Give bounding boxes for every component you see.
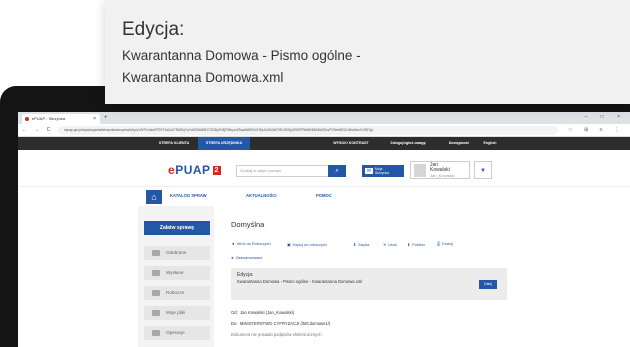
page-title: Domyślna [231,220,265,229]
user-panel[interactable]: Jan Kowalski Jan_Kowalski [410,161,470,179]
action-label: Drukuj [442,242,454,246]
next-button[interactable]: Dalej [479,280,497,289]
signature-status: Dokument nie posiada podpisów elektronic… [231,332,322,337]
nav-aktualnosci[interactable]: AKTUALNOŚCI [246,187,276,205]
nav-pomoc[interactable]: POMOC [316,187,332,205]
zoom-callout: Edycja: Kwarantanna Domowa - Pismo ogóln… [105,0,630,104]
sidebar-item-wyslane[interactable]: Wysłane [144,266,210,280]
browser-menu-icons[interactable]: ☆ ⊞ ≡ ⋮ [568,127,624,133]
site-header: ePUAP 2 Szukaj w całym portalu ⌕ ✉ Moja S… [18,150,630,186]
user-login: Jan_Kowalski [430,173,455,178]
callout-title: Edycja: [122,19,185,40]
mailbox-label-2: Skrzynka [375,171,389,175]
sidebar-item-label: Odebrane [166,250,187,255]
action-label: Zapisz [358,243,370,247]
browser-tab[interactable]: ePUAP - Skrzynka × [22,114,100,124]
user-name: Jan Kowalski [430,163,450,173]
sidebar-item-label: Wysłane [166,270,184,275]
files-icon [152,310,160,316]
sidebar-item-odebrane[interactable]: Odebrane [144,246,210,260]
action-label: Kopiuj do roboczych [292,243,327,247]
edit-notice: Edycja: Kwarantanna Domowa - Pismo ogóln… [231,268,507,300]
sidebar: Załatw sprawę Odebrane Wysłane Robocze M… [138,206,214,347]
print-icon: ⎙ [437,242,441,246]
search-icon[interactable]: ⌕ [328,165,346,177]
print-action[interactable]: ⎙ Drukuj [437,242,453,246]
new-tab-button[interactable]: + [104,114,108,123]
home-icon[interactable]: ⌂ [146,190,162,204]
logo-main: PUAP [175,163,211,177]
report-issue-link[interactable]: Zaloguj/zgłoś uwagę [378,137,438,150]
action-label: Usuń [388,243,398,247]
sidebar-item-operacje[interactable]: Operacje [144,326,210,340]
mailbox-button[interactable]: ✉ Moja Skrzynka [362,165,404,177]
main-nav: ⌂ KATALOG SPRAW AKTUALNOŚCI POMOC [18,186,630,206]
favicon-icon [25,117,29,121]
epuap-logo[interactable]: ePUAP 2 [168,163,221,177]
accessibility-link[interactable]: Dostępność [442,137,476,150]
main-content: Domyślna ◄ Wróć do Roboczych ▣ Kopiuj do r… [223,206,523,347]
envelope-icon: ✉ [365,168,373,174]
tab-title: ePUAP - Skrzynka [32,116,66,121]
save-icon: ⬇ [353,243,357,247]
download-action[interactable]: ⬇ Pobierz [407,242,425,247]
chevron-down-icon[interactable]: ▼ [474,161,492,179]
delete-icon: ✕ [383,243,387,247]
callout-subtitle: Kwarantanna Domowa - Pismo ogólne - Kwar… [122,48,361,85]
sender-row: Od: Jan Kowalski (Jan_Kowalski) [231,310,294,315]
notice-subtitle: Kwarantanna Domowa - Pismo ogólne - Kwar… [237,279,363,284]
action-label: Pobierz [412,243,426,247]
url-field[interactable]: epuap.gov.pl/wps/myportal/skrzynka/skrzy… [58,126,558,135]
recipient-value: MINISTERSTWO CYFRYZACJI (/MCdomowe1/) [239,321,331,326]
download-icon: ⬇ [407,243,411,247]
sidebar-item-label: Operacje [166,330,185,335]
window-controls[interactable]: – □ × [585,114,627,120]
nav-katalog-spraw[interactable]: KATALOG SPRAW [170,187,207,205]
sidebar-item-label: Moje pliki [166,310,186,315]
back-to-drafts-action[interactable]: ◄ Wróć do Roboczych [231,242,271,246]
browser-window: ePUAP - Skrzynka × + – □ × ← → C ⌂ epuap… [18,112,630,347]
high-contrast-link[interactable]: WYSOKI KONTRAST [326,137,376,150]
sidebar-item-moje-pliki[interactable]: Moje pliki [144,306,210,320]
draft-icon [152,290,160,296]
english-link[interactable]: English [478,137,502,150]
sidebar-item-label: Robocze [166,290,185,295]
logo-suffix: 2 [212,166,221,176]
copy-to-drafts-action[interactable]: ▣ Kopiuj do roboczych [287,242,327,247]
advanced-toggle[interactable]: ► Zaawansowane [231,256,262,260]
delete-action[interactable]: ✕ Usuń [383,242,397,247]
strefa-klienta-link[interactable]: STREFA KLIENTA [150,137,198,150]
tab-bar: ePUAP - Skrzynka × + – □ × [18,112,630,124]
notice-title: Edycja: [237,272,254,278]
outbox-icon [152,270,160,276]
avatar [414,164,426,177]
back-icon: ◄ [231,242,235,246]
save-action[interactable]: ⬇ Zapisz [353,242,369,247]
sender-label: Od: [231,310,238,315]
close-tab-icon[interactable]: × [93,114,96,124]
action-label: Wróć do Roboczych [236,242,271,246]
top-strip: STREFA KLIENTA STREFA URZĘDNIKA WYSOKI K… [18,137,630,150]
recipient-label: Do: [231,321,238,326]
inbox-icon [152,250,160,256]
sender-value: Jan Kowalski (Jan_Kowalski) [240,310,295,315]
copy-icon: ▣ [287,243,291,247]
new-case-button[interactable]: Załatw sprawę [144,221,210,235]
recipient-row: Do: MINISTERSTWO CYFRYZACJI (/MCdomowe1/… [231,321,330,326]
sidebar-item-robocze[interactable]: Robocze [144,286,210,300]
strefa-urzednika-link[interactable]: STREFA URZĘDNIKA [198,137,250,150]
operations-icon [152,330,160,336]
address-bar-row: ← → C ⌂ epuap.gov.pl/wps/myportal/skrzyn… [18,124,630,137]
